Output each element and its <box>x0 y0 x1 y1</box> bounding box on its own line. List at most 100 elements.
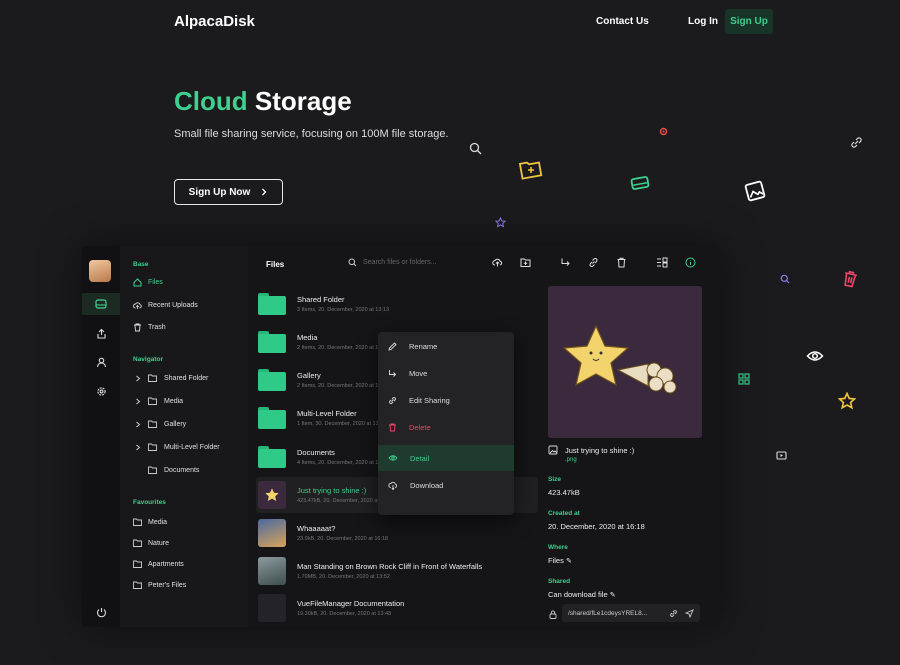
folder-icon <box>148 374 157 382</box>
list-item[interactable]: Shared Folder 3 Items, 20. December, 2020… <box>256 286 538 322</box>
sidebar-navigator-title: Navigator <box>133 356 163 363</box>
navigator-item-gallery[interactable]: Gallery <box>135 420 186 428</box>
navigator-item-label: Documents <box>164 466 200 474</box>
detail-where-text: Files <box>548 556 564 565</box>
detail-panel: Just trying to shine :) .png Size 423.47… <box>540 246 720 627</box>
menu-item-delete[interactable]: Delete <box>378 414 514 440</box>
contact-link[interactable]: Contact Us <box>596 16 649 27</box>
chevron-right-icon <box>136 444 141 450</box>
signup-button[interactable]: Sign Up <box>725 9 773 34</box>
context-menu: Rename Move Edit Sharing Delete Detail D… <box>378 332 514 515</box>
rail-settings-button[interactable] <box>82 380 120 402</box>
menu-item-move[interactable]: Move <box>378 360 514 386</box>
eye-icon <box>388 455 398 461</box>
folder-icon <box>133 581 142 589</box>
item-name: Gallery <box>297 371 321 380</box>
navigator-item-label: Shared Folder <box>164 374 209 382</box>
cloud-upload-icon <box>133 302 142 309</box>
favourite-item-apartments[interactable]: Apartments <box>133 560 184 568</box>
detail-shared-value[interactable]: Can download file ✎ <box>548 590 616 599</box>
link-icon[interactable] <box>588 257 599 268</box>
list-item[interactable]: VueFileManager Documentation 19.30kB, 20.… <box>256 590 538 626</box>
detail-where-value[interactable]: Files ✎ <box>548 556 572 565</box>
trash-icon[interactable] <box>616 257 627 268</box>
sidebar-item-files[interactable]: Files <box>133 278 163 287</box>
favourite-item-peters-files[interactable]: Peter's Files <box>133 581 186 589</box>
search-input[interactable]: Search files or folders... <box>348 258 437 267</box>
folder-icon <box>148 443 157 451</box>
star-image-icon <box>265 488 279 501</box>
folder-icon <box>148 420 157 428</box>
rail-drive-button[interactable] <box>82 293 120 315</box>
detail-created-value: 20. December, 2020 at 16:18 <box>548 522 645 531</box>
info-icon[interactable] <box>685 257 696 268</box>
power-icon <box>96 607 106 617</box>
share-link-field[interactable]: /shared/fLe1cdeysYREL8... <box>562 604 700 622</box>
detail-size-value: 423.47kB <box>548 488 580 497</box>
favourite-item-media[interactable]: Media <box>133 518 167 526</box>
trash-icon <box>844 270 858 288</box>
menu-item-download[interactable]: Download <box>378 472 514 498</box>
list-item[interactable]: Man Standing on Brown Rock Cliff in Fron… <box>256 553 538 589</box>
folder-icon <box>133 518 142 526</box>
folder-plus-icon[interactable] <box>520 257 531 268</box>
navigator-item-documents[interactable]: Documents <box>148 466 199 474</box>
menu-item-label: Edit Sharing <box>409 395 450 405</box>
send-icon[interactable] <box>685 609 694 618</box>
pencil-icon <box>388 341 397 351</box>
menu-item-label: Rename <box>409 341 438 351</box>
navigator-item-shared-folder[interactable]: Shared Folder <box>135 374 208 382</box>
list-item[interactable]: Whaaaaat? 23.9kB, 20. December, 2020 at 1… <box>256 515 538 551</box>
chevron-right-icon <box>136 398 141 404</box>
rail-power-button[interactable] <box>82 601 120 623</box>
brand-logo[interactable]: AlpacaDisk <box>174 13 255 30</box>
sidebar-item-recent-uploads[interactable]: Recent Uploads <box>133 301 198 310</box>
rail-user-button[interactable] <box>82 351 120 373</box>
link-icon[interactable] <box>669 609 678 618</box>
search-placeholder: Search files or folders... <box>363 259 437 266</box>
navigator-item-media[interactable]: Media <box>135 397 183 405</box>
item-name: Documents <box>297 448 335 457</box>
item-meta: 1.70MB, 20. December, 2020 at 13:52 <box>297 574 390 580</box>
favourite-item-nature[interactable]: Nature <box>133 539 169 547</box>
upload-icon[interactable] <box>492 257 503 268</box>
move-icon[interactable] <box>560 257 571 268</box>
avatar[interactable] <box>89 260 111 282</box>
menu-item-edit-sharing[interactable]: Edit Sharing <box>378 387 514 413</box>
favourite-item-label: Nature <box>148 539 170 547</box>
search-icon-small <box>780 274 790 284</box>
share-link-text: /shared/fLe1cdeysYREL8... <box>568 609 648 617</box>
item-name: Whaaaaat? <box>297 524 336 533</box>
signup-now-button[interactable]: Sign Up Now <box>174 179 283 205</box>
folder-icon <box>258 407 286 429</box>
menu-item-label: Download <box>410 480 444 490</box>
folder-icon <box>258 293 286 315</box>
menu-item-rename[interactable]: Rename <box>378 333 514 359</box>
item-meta: 19.30kB, 20. December, 2020 at 13:48 <box>297 611 392 617</box>
sidebar-base-title: Base <box>133 261 149 268</box>
folder-icon <box>148 397 157 405</box>
video-icon <box>776 451 787 460</box>
lock-icon <box>549 610 557 619</box>
detail-size-label: Size <box>548 476 562 483</box>
edit-icon: ✎ <box>609 592 616 599</box>
user-icon <box>96 357 106 367</box>
hero-title: Cloud Storage <box>174 86 352 117</box>
list-view-icon[interactable] <box>656 257 668 268</box>
link-icon <box>851 137 862 148</box>
sidebar-item-trash[interactable]: Trash <box>133 323 166 332</box>
rail-share-button[interactable] <box>82 322 120 344</box>
detail-where-label: Where <box>548 544 568 551</box>
eye-icon <box>806 351 824 361</box>
navigator-item-multi-level-folder[interactable]: Multi-Level Folder <box>135 443 220 451</box>
item-meta: 4 Items, 20. December, 2020 at 13:13 <box>297 460 390 466</box>
item-name: Man Standing on Brown Rock Cliff in Fron… <box>297 562 483 571</box>
login-link[interactable]: Log In <box>688 16 718 27</box>
document-thumbnail <box>258 594 286 622</box>
edit-icon: ✎ <box>565 558 572 565</box>
menu-item-detail[interactable]: Detail <box>378 445 514 471</box>
star-image-icon <box>562 324 677 394</box>
sidebar-item-label: Files <box>148 279 163 286</box>
item-name: Media <box>297 333 318 342</box>
image-preview <box>548 286 702 438</box>
